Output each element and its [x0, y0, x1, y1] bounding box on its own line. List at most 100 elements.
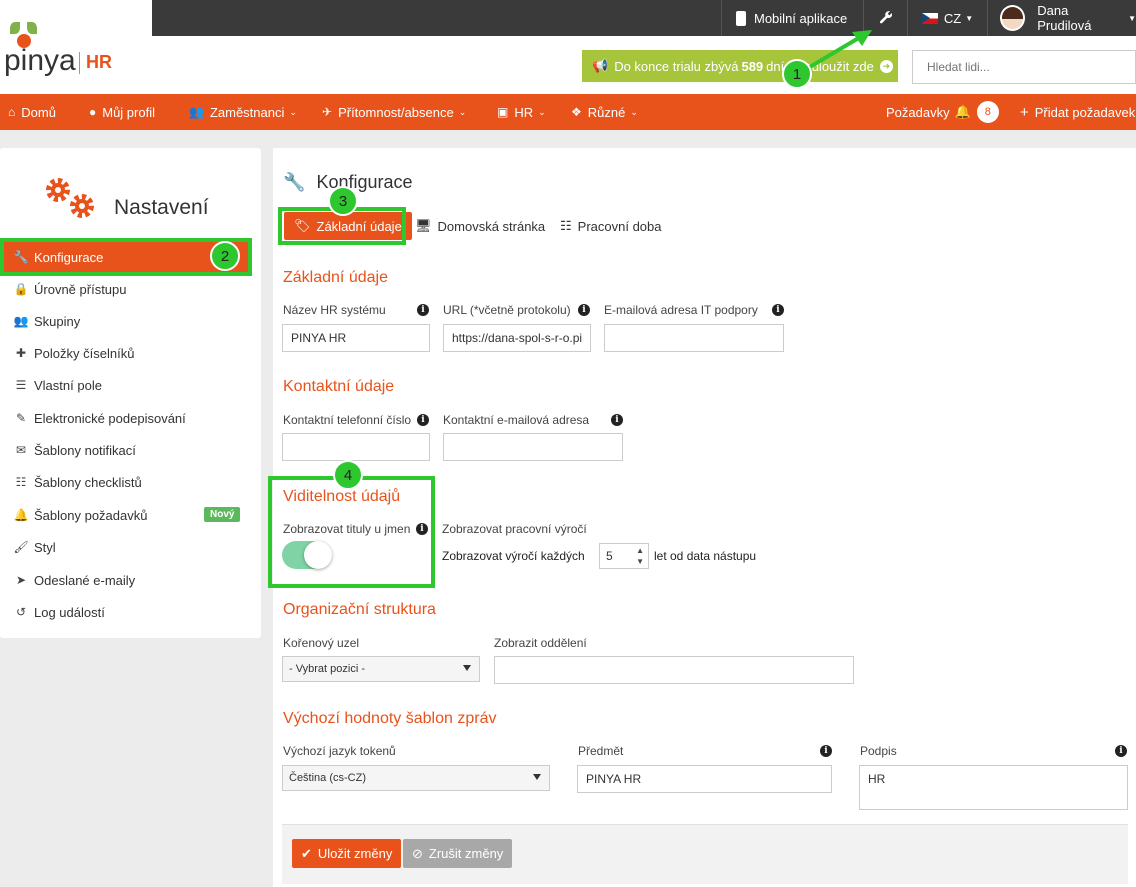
sidebar-item-label: Log událostí	[34, 604, 105, 620]
megaphone-icon: 📢	[592, 58, 609, 73]
nav-label: Přítomnost/absence	[338, 104, 454, 120]
lock-icon: 🔒	[13, 282, 29, 296]
save-button[interactable]: ✔ Uložit změny	[292, 839, 402, 868]
url-label: URL (*včetně protokolu)	[443, 303, 571, 317]
save-label: Uložit změny	[317, 846, 393, 861]
info-icon[interactable]: i	[578, 304, 590, 316]
language-dropdown[interactable]: CZ ▼	[907, 0, 987, 36]
logo-leaf-icon	[10, 22, 20, 34]
tab-home-page[interactable]: 🖥 Domovská stránka	[415, 212, 545, 240]
departments-input[interactable]	[494, 656, 854, 684]
gears-icon	[46, 178, 94, 218]
caret-down-icon: ▼	[965, 13, 974, 23]
sidebar-item-custom-fields[interactable]: ☰ Vlastní pole	[0, 369, 252, 401]
search-input[interactable]	[912, 50, 1136, 84]
nav-item-hr[interactable]: ▣ HR ⌄	[497, 94, 546, 130]
departments-label: Zobrazit oddělení	[494, 636, 587, 650]
sidebar-item-checklist-templates[interactable]: ☷ Šablony checklistů	[0, 466, 252, 498]
token-language-label: Výchozí jazyk tokenů	[283, 744, 396, 758]
sidebar-item-label: Položky číselníků	[34, 345, 135, 361]
sidebar-title: Nastavení	[114, 196, 209, 219]
sidebar-item-event-log[interactable]: ↺ Log událostí	[0, 596, 252, 628]
wrench-icon	[879, 10, 893, 27]
sidebar-item-label: Šablony požadavků	[34, 507, 148, 523]
new-badge: Nový	[204, 507, 241, 522]
sidebar-item-style[interactable]: 🖌 Styl	[0, 531, 252, 563]
sidebar-item-codebooks[interactable]: ✚ Položky číselníků	[0, 337, 252, 369]
sidebar-item-sent-emails[interactable]: ➤ Odeslané e-maily	[0, 564, 252, 596]
info-icon[interactable]: i	[417, 414, 429, 426]
hr-name-input[interactable]: PINYA HR	[282, 324, 430, 352]
sidebar-item-label: Vlastní pole	[34, 377, 102, 393]
stepper-up-icon[interactable]: ▲	[636, 546, 644, 555]
top-bar: Mobilní aplikace CZ ▼ Dana Prudilová ▼	[152, 0, 1136, 36]
logo[interactable]: pinya HR	[0, 0, 152, 94]
token-language-select[interactable]: Čeština (cs-CZ)	[282, 765, 550, 791]
nav-item-misc[interactable]: ❖ Různé ⌄	[571, 94, 638, 130]
cancel-label: Zrušit změny	[428, 846, 504, 861]
root-node-select[interactable]: - Vybrat pozici -	[282, 656, 480, 682]
nav-label: Zaměstnanci	[209, 104, 285, 120]
cancel-button[interactable]: ⊘ Zrušit změny	[403, 839, 513, 868]
subject-label: Předmět	[578, 744, 624, 758]
trial-days: 589	[741, 58, 764, 74]
nav-requests[interactable]: Požadavky 🔔 8	[886, 94, 999, 130]
check-icon: ✔	[301, 845, 312, 861]
phone-input[interactable]	[282, 433, 430, 461]
subject-input[interactable]: PINYA HR	[577, 765, 832, 793]
list-icon: ☰	[15, 378, 27, 392]
sidebar-item-esignature[interactable]: ✎ Elektronické podepisování	[0, 402, 252, 434]
id-badge-icon: ▣	[497, 105, 509, 119]
envelope-icon: ✉	[15, 443, 27, 457]
avatar	[1000, 5, 1026, 31]
trial-text-before: Do konce trialu zbývá	[614, 58, 739, 74]
contact-email-input[interactable]	[443, 433, 623, 461]
sidebar-item-access-levels[interactable]: 🔒 Úrovně přístupu	[0, 273, 252, 305]
chevron-down-icon: ⌄	[458, 106, 467, 117]
home-icon: ⌂	[8, 105, 16, 119]
anniversary-suffix: let od data nástupu	[654, 549, 757, 563]
signature-textarea[interactable]: HR	[859, 765, 1128, 810]
logo-leaf-icon	[27, 22, 37, 34]
edit-icon: ✎	[15, 411, 27, 425]
stepper-down-icon[interactable]: ▼	[636, 557, 644, 566]
contact-email-label: Kontaktní e-mailová adresa	[443, 413, 590, 427]
sidebar-item-label: Šablony checklistů	[34, 474, 142, 490]
caret-down-icon	[463, 665, 471, 671]
annotation-marker-1: 1	[782, 59, 812, 89]
section-heading-org: Organizační struktura	[283, 601, 436, 618]
it-email-input[interactable]	[604, 324, 784, 352]
tab-working-hours[interactable]: ☷ Pracovní doba	[560, 212, 662, 240]
puzzle-icon: ✚	[15, 346, 27, 360]
logo-separator	[79, 52, 80, 74]
stepper-value: 5	[606, 549, 613, 563]
users-icon: 👥	[189, 105, 204, 119]
requests-label: Požadavky	[886, 104, 950, 120]
anniversary-every-label: Zobrazovat výročí každých	[442, 549, 585, 563]
anniversary-years-stepper[interactable]: 5 ▲ ▼	[599, 543, 649, 569]
nav-item-employees[interactable]: 👥 Zaměstnanci ⌄	[189, 94, 297, 130]
sidebar-item-groups[interactable]: 👥 Skupiny	[0, 305, 252, 337]
nav-add-request[interactable]: + Přidat požadavek	[1020, 94, 1135, 130]
user-menu[interactable]: Dana Prudilová ▼	[987, 0, 1136, 36]
sidebar-item-notification-templates[interactable]: ✉ Šablony notifikací	[0, 434, 252, 466]
tab-label: Pracovní doba	[577, 218, 662, 234]
nav-item-profile[interactable]: ● Můj profil	[89, 94, 155, 130]
info-icon[interactable]: i	[772, 304, 784, 316]
paper-plane-icon: ➤	[15, 573, 27, 587]
info-icon[interactable]: i	[820, 745, 832, 757]
bell-icon: 🔔	[954, 104, 971, 119]
sidebar-item-request-templates[interactable]: 🔔 Šablony požadavků Nový	[0, 499, 252, 531]
user-circle-icon: ●	[89, 105, 97, 119]
flag-cz-icon	[921, 12, 938, 24]
sidebar-item-label: Skupiny	[34, 313, 81, 329]
section-heading-templates: Výchozí hodnoty šablon zpráv	[283, 710, 497, 727]
nav-label: Můj profil	[102, 104, 155, 120]
info-icon[interactable]: i	[611, 414, 623, 426]
info-icon[interactable]: i	[417, 304, 429, 316]
url-input[interactable]: https://dana-spol-s-r-o.pi	[443, 324, 591, 352]
nav-item-attendance[interactable]: ✈ Přítomnost/absence ⌄	[322, 94, 466, 130]
users-icon: 👥	[13, 314, 29, 328]
nav-item-home[interactable]: ⌂ Domů	[8, 94, 56, 130]
info-icon[interactable]: i	[1115, 745, 1127, 757]
